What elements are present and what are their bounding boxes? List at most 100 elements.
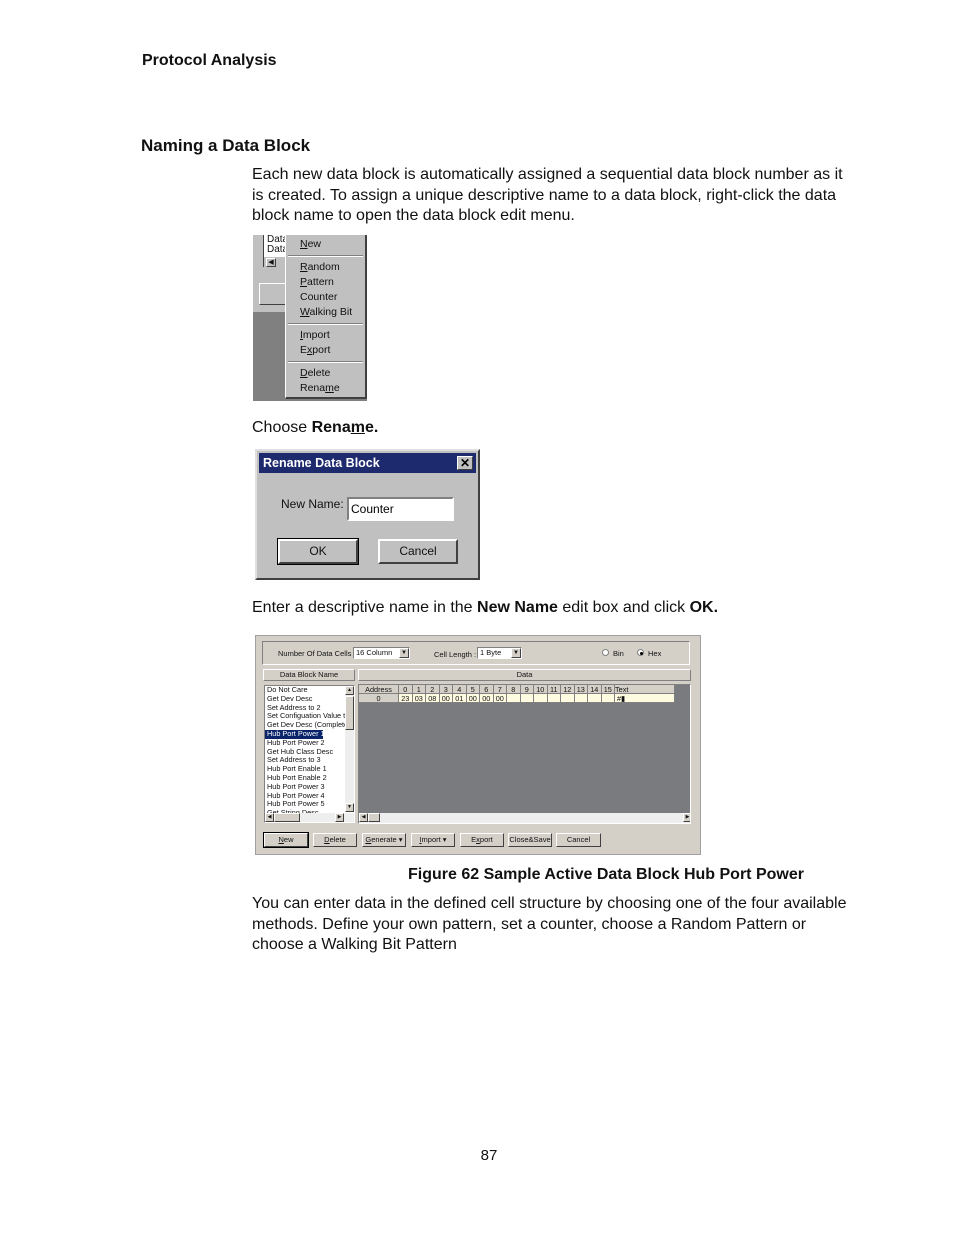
data-cell[interactable]: 01 xyxy=(453,694,467,703)
rename-data-block-dialog: Rename Data Block ✕ New Name: OK Cancel xyxy=(255,449,480,580)
label: Counter xyxy=(300,291,338,303)
radio-bin[interactable] xyxy=(602,649,609,656)
data-cell[interactable]: 08 xyxy=(426,694,440,703)
dialog-title-bar: Rename Data Block ✕ xyxy=(259,453,476,473)
text: edit box and click xyxy=(557,599,690,616)
cancel-button[interactable]: Cancel xyxy=(556,833,601,847)
ok-button[interactable]: OK xyxy=(277,538,359,565)
dialog-title: Rename Data Block xyxy=(263,456,380,470)
scroll-right-icon[interactable]: ▶ xyxy=(683,813,690,822)
scroll-up-icon[interactable]: ▲ xyxy=(345,686,354,695)
select-value: 16 Column xyxy=(356,648,393,657)
list-items: Do Not Care Get Dev Desc Set Address to 2S… xyxy=(265,686,354,818)
scroll-thumb[interactable] xyxy=(368,813,380,822)
grid-column-header: 3 xyxy=(439,685,453,694)
dropdown-icon[interactable]: ▼ xyxy=(511,648,521,658)
export-button[interactable]: Export xyxy=(460,833,504,847)
scroll-left-icon[interactable]: ◀ xyxy=(266,258,276,267)
data-cell[interactable] xyxy=(588,694,602,703)
cell-length-select[interactable]: 1 Byte ▼ xyxy=(477,647,522,659)
data-grid[interactable]: Address 0 1 2 3 4 5 6 7 8 9 10 11 12 13 14 15 Text 0 23 03 0… xyxy=(358,684,691,824)
cancel-button[interactable]: Cancel xyxy=(378,539,458,564)
data-cell[interactable] xyxy=(561,694,575,703)
running-head: Protocol Analysis xyxy=(142,52,277,69)
scroll-left-icon[interactable]: ◀ xyxy=(265,813,274,822)
label: mport ▾ xyxy=(421,835,447,844)
data-cell[interactable] xyxy=(601,694,615,703)
label: elete xyxy=(307,367,331,379)
mnemonic: R xyxy=(300,261,308,273)
data-cell[interactable]: 00 xyxy=(439,694,453,703)
data-cell[interactable] xyxy=(507,694,521,703)
num-cells-select[interactable]: 16 Column ▼ xyxy=(353,647,410,659)
scroll-thumb[interactable] xyxy=(274,813,300,822)
import-button[interactable]: Import ▾ xyxy=(411,833,455,847)
grid-column-header: 1 xyxy=(412,685,426,694)
grid-column-header: 2 xyxy=(426,685,440,694)
grid-column-header: 10 xyxy=(534,685,548,694)
num-cells-label: Number Of Data Cells : xyxy=(278,649,356,658)
label: ew xyxy=(283,835,294,844)
data-cell[interactable] xyxy=(534,694,548,703)
menu-item-import[interactable]: Import xyxy=(300,329,330,341)
select-value: 1 Byte xyxy=(480,648,502,657)
data-cell[interactable] xyxy=(547,694,561,703)
menu-item-pattern[interactable]: Pattern xyxy=(300,276,334,288)
delete-button[interactable]: Delete xyxy=(313,833,357,847)
dropdown-icon[interactable]: ▼ xyxy=(399,648,409,658)
menu-item-delete[interactable]: Delete xyxy=(300,367,330,379)
grid-horizontal-scrollbar[interactable]: ◀ ▶ xyxy=(359,813,690,823)
data-cell[interactable]: 00 xyxy=(480,694,494,703)
mnemonic: D xyxy=(300,367,308,379)
cell-length-label: Cell Length : xyxy=(434,650,477,659)
close-save-button[interactable]: Close&Save xyxy=(508,833,552,847)
menu-item-counter[interactable]: Counter xyxy=(300,291,337,303)
data-block-edit-menu: New Random Pattern Counter Walking Bit I… xyxy=(285,235,367,399)
scroll-thumb[interactable] xyxy=(345,696,354,730)
label: elete xyxy=(329,835,346,844)
new-button[interactable]: New xyxy=(263,832,309,848)
data-block-list[interactable]: Do Not Care Get Dev Desc Set Address to 2S… xyxy=(264,685,355,823)
text-cell[interactable]: #▮ xyxy=(615,694,675,703)
address-cell[interactable]: 0 xyxy=(359,694,399,703)
text: OK. xyxy=(689,599,719,616)
vertical-scrollbar[interactable]: ▲ ▼ xyxy=(345,686,354,812)
context-menu-screenshot: Data Data ◀ New Random Pattern Counter W… xyxy=(253,235,367,401)
horizontal-scrollbar[interactable]: ◀ ▶ xyxy=(265,813,354,822)
menu-item-walking-bit[interactable]: Walking Bit xyxy=(300,306,352,318)
radio-hex[interactable] xyxy=(637,649,644,656)
table-row[interactable]: 0 23 03 08 00 01 00 00 00 #▮ xyxy=(359,694,675,703)
text: Rena xyxy=(311,419,351,436)
grid-column-header: 13 xyxy=(574,685,588,694)
scroll-down-icon[interactable]: ▼ xyxy=(345,803,354,812)
grid-column-header: 9 xyxy=(520,685,534,694)
data-cell[interactable] xyxy=(520,694,534,703)
grid-column-header: 7 xyxy=(493,685,507,694)
new-name-input[interactable] xyxy=(347,497,454,521)
horizontal-scrollbar[interactable]: ◀ xyxy=(264,256,286,267)
grid-column-header: Text xyxy=(615,685,675,694)
data-cell[interactable]: 03 xyxy=(412,694,426,703)
menu-item-rename[interactable]: Rename xyxy=(300,382,340,394)
label: attern xyxy=(307,276,334,288)
menu-separator xyxy=(288,255,363,257)
grid-column-header: 8 xyxy=(507,685,521,694)
closing-paragraph: You can enter data in the defined cell s… xyxy=(252,895,847,953)
mnemonic: W xyxy=(300,306,310,318)
scroll-left-icon[interactable]: ◀ xyxy=(359,813,368,822)
scroll-right-icon[interactable]: ▶ xyxy=(335,813,344,822)
close-icon[interactable]: ✕ xyxy=(457,456,473,470)
list-item[interactable]: Data xyxy=(264,245,287,255)
menu-item-export[interactable]: Export xyxy=(300,344,330,356)
data-cell[interactable]: 00 xyxy=(466,694,480,703)
enter-name-instruction: Enter a descriptive name in the New Name… xyxy=(252,598,852,619)
menu-item-new[interactable]: New xyxy=(300,238,321,250)
grid-column-header: 14 xyxy=(588,685,602,694)
data-cell[interactable]: 23 xyxy=(399,694,413,703)
data-cell[interactable]: 00 xyxy=(493,694,507,703)
data-cell[interactable] xyxy=(574,694,588,703)
generate-button[interactable]: Generate ▾ xyxy=(362,833,406,847)
menu-item-random[interactable]: Random xyxy=(300,261,340,273)
label: ew xyxy=(307,238,322,250)
choose-rename-instruction: Choose Rename. xyxy=(252,418,852,439)
